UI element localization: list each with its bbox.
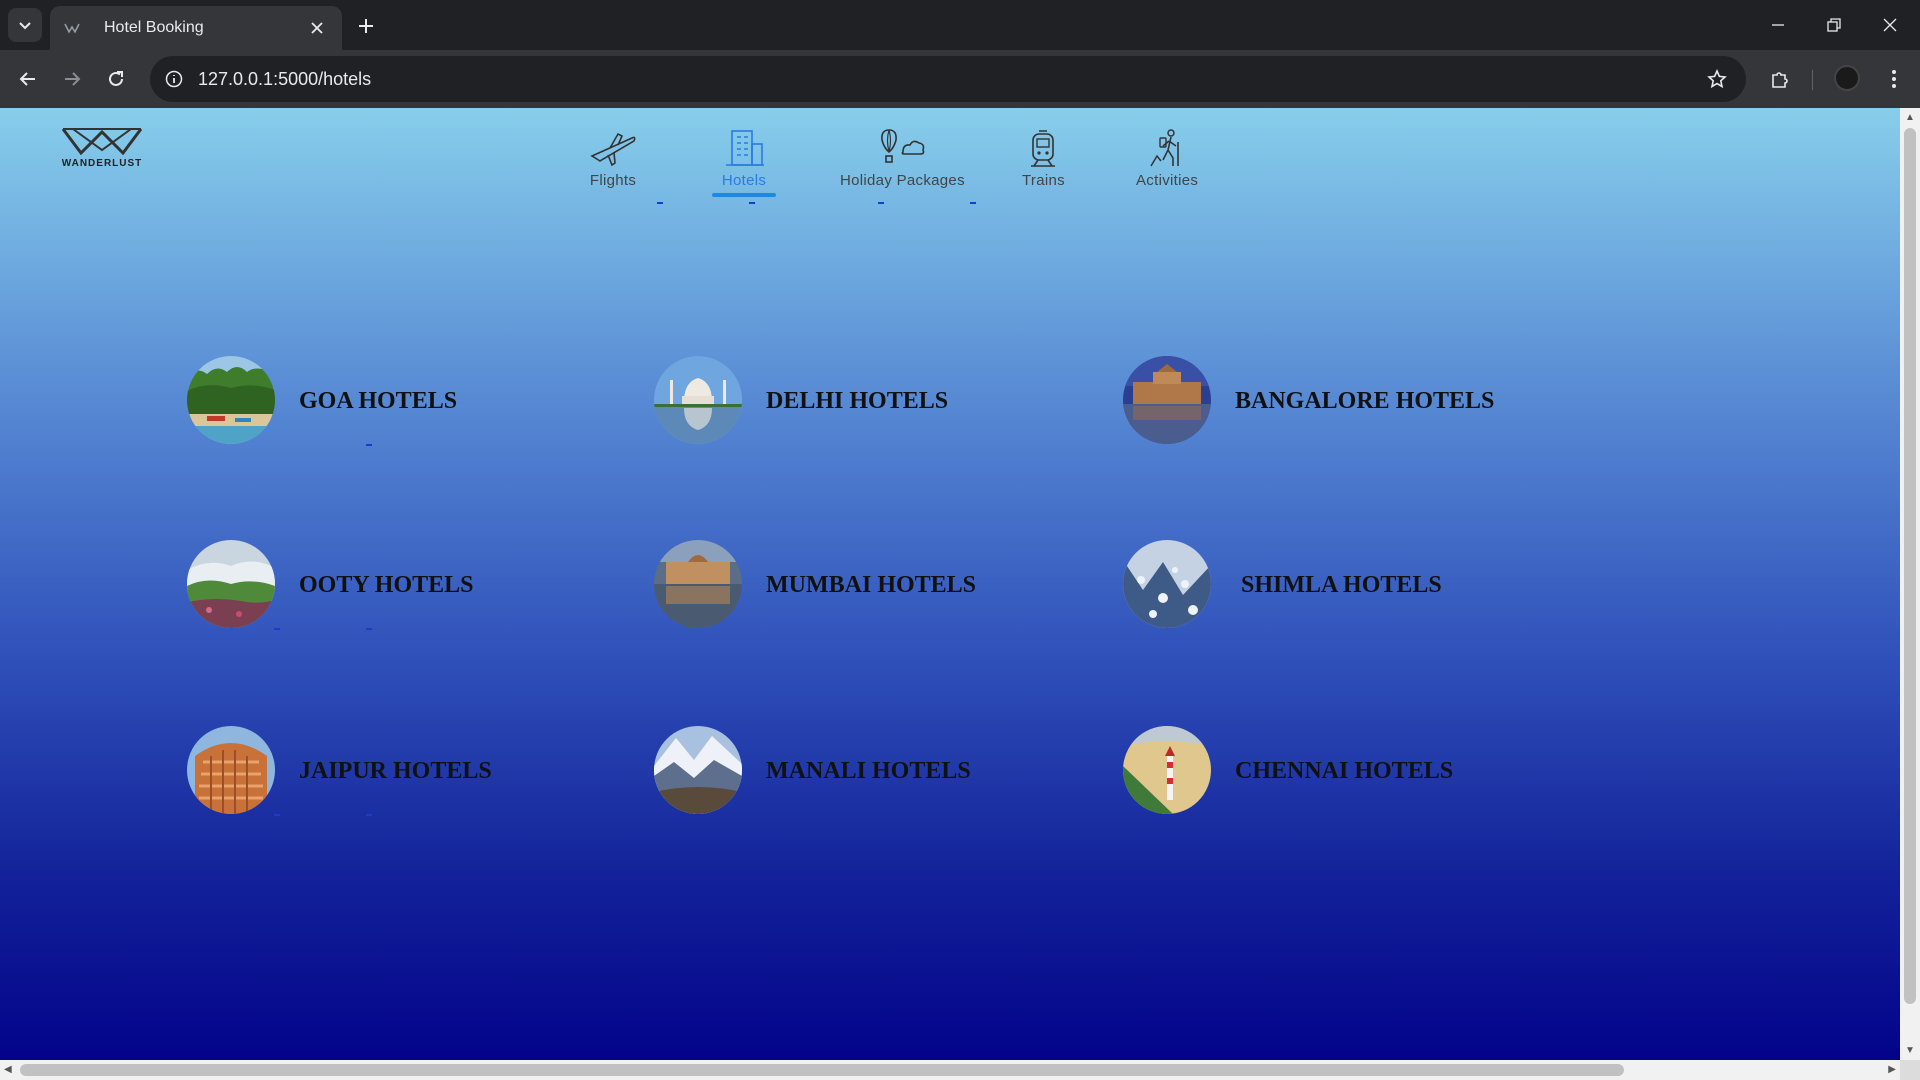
stray-link-underline [970,202,976,204]
ooty-image [187,540,275,628]
city-card-shimla[interactable]: SHIMLA HOTELS [1123,540,1442,628]
scrollbar-corner [1900,1060,1920,1080]
favicon-icon [64,19,82,37]
plus-icon [359,19,373,33]
nav-flights[interactable]: Flights [588,120,638,189]
plane-icon [590,132,636,167]
mumbai-image [654,540,742,628]
puzzle-icon [1772,72,1788,88]
nav-trains[interactable]: Trains [1022,120,1065,189]
wanderlust-logo-icon [61,128,143,156]
back-button[interactable] [12,63,44,95]
stray-link-underline [749,202,755,204]
site-logo[interactable]: WANDERLUST [56,126,148,169]
tab-close-icon[interactable] [306,17,328,39]
logo-text: WANDERLUST [61,158,143,169]
city-name[interactable]: DELHI HOTELS [766,388,948,415]
building-icon [726,130,764,166]
stray-link-underline [878,202,884,204]
new-tab-button[interactable] [352,12,380,40]
city-name[interactable]: SHIMLA HOTELS [1241,572,1442,599]
nav-hotels[interactable]: Hotels [712,120,776,197]
nav-label: Flights [589,172,637,189]
reload-icon [109,71,123,86]
browser-menu-button[interactable] [1878,63,1910,95]
stray-link-underline [274,814,280,816]
shimla-image [1123,540,1211,628]
manali-image [654,726,742,814]
train-icon [1031,130,1056,167]
scroll-left-arrow-icon[interactable]: ◀ [4,1064,12,1075]
nav-label: Trains [1022,172,1065,189]
city-card-bangalore[interactable]: BANGALORE HOTELS [1123,356,1494,444]
city-card-jaipur[interactable]: JAIPUR HOTELS [187,726,492,814]
kebab-menu-icon [1892,70,1896,88]
horizontal-scroll-thumb[interactable] [20,1064,1624,1076]
minimize-button[interactable] [1750,0,1806,50]
hotels-page: WANDERLUST Flights Hotels Holiday Packag… [0,108,1900,1060]
address-bar[interactable]: 127.0.0.1:5000/hotels [150,56,1746,102]
tab-search-button[interactable] [8,8,42,42]
chennai-image [1123,726,1211,814]
goa-image [187,356,275,444]
nav-label: Hotels [721,172,767,189]
nav-label: Activities [1136,172,1199,189]
url-text[interactable]: 127.0.0.1:5000/hotels [198,69,1702,90]
bangalore-image [1123,356,1211,444]
city-card-goa[interactable]: GOA HOTELS [187,356,457,444]
jaipur-image [187,726,275,814]
city-name[interactable]: JAIPUR HOTELS [299,758,492,785]
stray-link-underline [657,202,663,204]
browser-toolbar: 127.0.0.1:5000/hotels [0,50,1920,108]
city-card-ooty[interactable]: OOTY HOTELS [187,540,474,628]
browser-tab-bar: Hotel Booking [0,0,1920,50]
city-name[interactable]: CHENNAI HOTELS [1235,758,1453,785]
profile-avatar[interactable] [1834,65,1860,91]
scroll-down-arrow-icon[interactable]: ▼ [1905,1045,1915,1056]
extensions-button[interactable] [1764,63,1796,95]
close-window-button[interactable] [1862,0,1918,50]
chevron-down-icon [19,22,31,30]
restore-icon [1827,18,1841,32]
tab-title: Hotel Booking [104,19,204,36]
stray-link-underline [274,628,280,630]
scroll-right-arrow-icon[interactable]: ▶ [1888,1064,1896,1075]
vertical-scrollbar[interactable]: ▲ ▼ [1900,108,1920,1060]
site-info-icon[interactable] [162,67,186,91]
stray-link-underline [366,444,372,446]
city-card-delhi[interactable]: DELHI HOTELS [654,356,948,444]
city-card-chennai[interactable]: CHENNAI HOTELS [1123,726,1453,814]
stray-link-underline [366,814,372,816]
browser-tab[interactable]: Hotel Booking [50,6,342,50]
nav-holiday-packages[interactable]: Holiday Packages [840,120,965,189]
restore-button[interactable] [1806,0,1862,50]
bookmark-star-icon[interactable] [1702,64,1732,94]
balloon-icon [881,129,925,163]
vertical-scroll-thumb[interactable] [1904,128,1916,1004]
city-card-mumbai[interactable]: MUMBAI HOTELS [654,540,976,628]
stray-link-underline [366,628,372,630]
city-name[interactable]: BANGALORE HOTELS [1235,388,1494,415]
nav-activities[interactable]: Activities [1136,120,1198,189]
city-name[interactable]: MUMBAI HOTELS [766,572,976,599]
horizontal-scrollbar[interactable]: ◀ ▶ [0,1060,1900,1080]
delhi-image [654,356,742,444]
minimize-icon [1772,24,1784,26]
forward-arrow-icon [65,72,81,86]
scroll-up-arrow-icon[interactable]: ▲ [1905,112,1915,123]
hiker-icon [1150,129,1179,167]
toolbar-separator [1812,70,1813,90]
forward-button[interactable] [56,63,88,95]
city-name[interactable]: OOTY HOTELS [299,572,474,599]
close-icon [1883,18,1897,32]
active-nav-underline [712,193,776,197]
reload-button[interactable] [100,63,132,95]
back-arrow-icon [19,72,35,86]
city-card-manali[interactable]: MANALI HOTELS [654,726,971,814]
city-name[interactable]: GOA HOTELS [299,388,457,415]
nav-label: Holiday Packages [840,172,965,189]
city-name[interactable]: MANALI HOTELS [766,758,971,785]
